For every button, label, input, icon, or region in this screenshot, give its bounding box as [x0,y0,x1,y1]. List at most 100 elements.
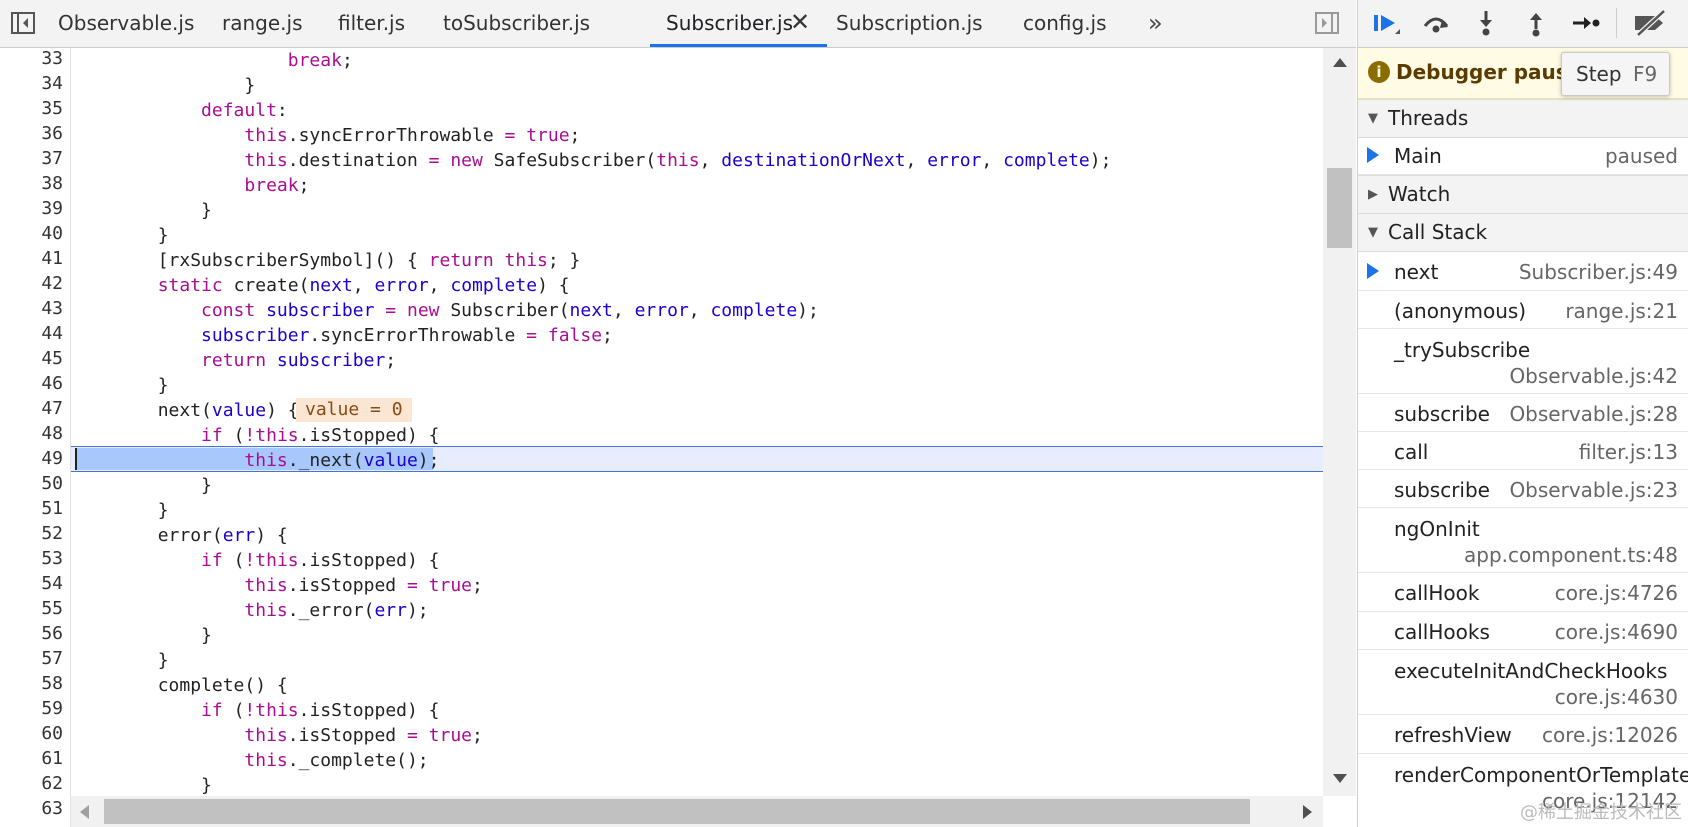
scroll-right-icon[interactable] [1303,805,1312,819]
tooltip-label: Step [1576,62,1622,86]
line-number[interactable]: 35 [0,98,63,119]
close-tab-icon[interactable]: ✕ [790,8,810,36]
code-line: } [201,200,212,221]
thread-row-main[interactable]: Main paused [1358,137,1688,175]
line-number[interactable]: 37 [0,148,63,169]
line-number[interactable]: 39 [0,198,63,219]
line-number[interactable]: 51 [0,498,63,519]
line-number[interactable]: 63 [0,798,63,819]
tab-observable-js[interactable]: Observable.js [58,0,194,47]
callstack-section-header[interactable]: ▼ Call Stack [1358,213,1688,252]
line-number[interactable]: 57 [0,648,63,669]
debugger-sidebar: i Debugger paused ▼ Threads Main paused … [1357,0,1688,827]
line-number[interactable]: 38 [0,173,63,194]
code-line: this.isStopped = true; [244,725,483,746]
callstack-frame[interactable]: next Subscriber.js:49 [1358,252,1688,291]
watch-section-header[interactable]: ▶ Watch [1358,175,1688,214]
line-number[interactable]: 59 [0,698,63,719]
code-line: } [157,500,169,521]
line-number[interactable]: 34 [0,73,63,94]
callstack-frame[interactable]: (anonymous) range.js:21 [1358,291,1688,329]
code-line: } [157,225,169,246]
line-number[interactable]: 43 [0,298,63,319]
deactivate-breakpoints-button[interactable] [1630,8,1670,38]
code-line: const subscriber = new Subscriber(next, … [201,300,819,321]
code-line: } [201,625,212,646]
line-number[interactable]: 47 [0,398,63,419]
line-number[interactable]: 52 [0,523,63,544]
collapsed-triangle-icon: ▶ [1368,187,1378,202]
line-number[interactable]: 41 [0,248,63,269]
code-line: complete() { [157,675,288,696]
step-button[interactable] [1570,8,1602,38]
step-over-button[interactable] [1420,8,1452,38]
line-number[interactable]: 53 [0,548,63,569]
line-number-gutter[interactable]: 33 34 35 36 37 38 39 40 41 42 43 44 45 4… [0,48,71,827]
line-number[interactable]: 55 [0,598,63,619]
toggle-debugger-icon[interactable] [1314,10,1340,36]
line-number[interactable]: 44 [0,323,63,344]
toggle-navigator-icon[interactable] [10,10,36,36]
scroll-down-icon[interactable] [1333,774,1347,783]
scroll-left-icon[interactable] [80,805,89,819]
line-number[interactable]: 40 [0,223,63,244]
code-line: } [157,650,169,671]
more-tabs-icon[interactable]: » [1148,9,1163,37]
horizontal-scroll-thumb[interactable] [104,799,1250,824]
resume-button[interactable] [1370,8,1402,38]
tab-subscriber-js[interactable]: Subscriber.js [650,0,827,47]
tab-config-js[interactable]: config.js [1023,0,1107,47]
tab-filter-js[interactable]: filter.js [338,0,405,47]
editor-tab-bar: Observable.js range.js filter.js toSubsc… [0,0,1356,48]
vertical-scrollbar[interactable] [1323,48,1356,796]
line-number[interactable]: 58 [0,673,63,694]
tab-tosubscriber-js[interactable]: toSubscriber.js [443,0,590,47]
line-number[interactable]: 36 [0,123,63,144]
line-number[interactable]: 54 [0,573,63,594]
inline-variable-value: value = 0 [296,398,412,422]
code-line: this.syncErrorThrowable = true; [244,125,581,146]
code-line: if (!this.isStopped) { [201,425,440,446]
code-line: error(err) { [157,525,288,546]
tooltip-shortcut: F9 [1633,62,1658,86]
callstack-frame[interactable]: executeInitAndCheckHooks core.js:4630 [1358,650,1688,715]
current-thread-pointer-icon [1367,147,1379,163]
line-number[interactable]: 46 [0,373,63,394]
code-line: return subscriber; [201,350,397,371]
threads-section-header[interactable]: ▼ Threads [1358,99,1688,138]
callstack-frame[interactable]: callHook core.js:4726 [1358,573,1688,612]
code-line: subscriber.syncErrorThrowable = false; [201,325,613,346]
callstack-frame[interactable]: subscribe Observable.js:28 [1358,394,1688,432]
code-line: } [201,775,212,796]
scroll-up-icon[interactable] [1333,58,1347,67]
callstack-frame[interactable]: callHooks core.js:4690 [1358,612,1688,650]
vertical-scroll-thumb[interactable] [1327,168,1352,248]
line-number[interactable]: 49 [0,448,63,469]
line-number[interactable]: 48 [0,423,63,444]
line-number[interactable]: 42 [0,273,63,294]
code-editor[interactable]: break; } default: this.syncErrorThrowabl… [71,48,1323,796]
step-out-button[interactable] [1520,8,1552,38]
line-number[interactable]: 56 [0,623,63,644]
expanded-triangle-icon: ▼ [1368,111,1378,126]
code-line: break; [244,175,310,196]
callstack-frame[interactable]: subscribe Observable.js:23 [1358,470,1688,508]
code-line: if (!this.isStopped) { [201,700,440,721]
tab-subscription-js[interactable]: Subscription.js [836,0,983,47]
callstack-frame[interactable]: _trySubscribe Observable.js:42 [1358,329,1688,394]
horizontal-scrollbar[interactable] [71,796,1323,827]
line-number[interactable]: 62 [0,773,63,794]
line-number[interactable]: 45 [0,348,63,369]
code-line: this.isStopped = true; [244,575,483,596]
callstack-frame[interactable]: refreshView core.js:12026 [1358,715,1688,754]
callstack-frame[interactable]: call filter.js:13 [1358,432,1688,470]
line-number[interactable]: 33 [0,48,63,69]
code-line: static create(next, error, complete) { [157,275,570,296]
callstack-frame[interactable]: ngOnInit app.component.ts:48 [1358,508,1688,573]
line-number[interactable]: 50 [0,473,63,494]
line-number[interactable]: 60 [0,723,63,744]
code-line: this.destination = new SafeSubscriber(th… [244,150,1112,171]
line-number[interactable]: 61 [0,748,63,769]
tab-range-js[interactable]: range.js [222,0,303,47]
step-into-button[interactable] [1470,8,1502,38]
